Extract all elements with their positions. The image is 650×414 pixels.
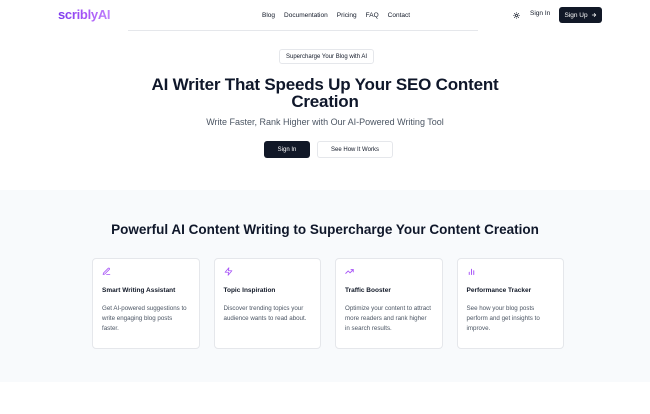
feature-card-title: Topic Inspiration xyxy=(223,287,276,294)
feature-card-topic-inspiration: Topic Inspiration Discover trending topi… xyxy=(213,258,321,349)
theme-toggle-button[interactable] xyxy=(512,11,520,19)
page-bottom xyxy=(0,382,650,414)
feature-card-title: Smart Writing Assistant xyxy=(102,287,176,294)
feature-card-performance-tracker: Performance Tracker See how your blog po… xyxy=(456,258,564,349)
header-divider xyxy=(128,30,478,31)
feature-card-desc: Get AI-powered suggestions to write enga… xyxy=(102,305,187,332)
nav-pricing[interactable]: Pricing xyxy=(337,12,357,19)
features-title: Powerful AI Content Writing to Superchar… xyxy=(111,222,539,237)
nav-contact[interactable]: Contact xyxy=(388,12,410,19)
logo[interactable]: scriblyAI xyxy=(58,7,111,22)
header-sign-in-link[interactable]: Sign In xyxy=(530,10,550,17)
trending-up-icon xyxy=(345,269,354,274)
main-nav: Blog Documentation Pricing FAQ Contact xyxy=(257,7,415,23)
sun-icon xyxy=(512,11,520,19)
feature-card-smart-writing: Smart Writing Assistant Get AI-powered s… xyxy=(92,258,200,349)
zap-icon xyxy=(224,267,232,276)
hero-subtitle: Write Faster, Rank Higher with Our AI-Po… xyxy=(206,117,444,127)
feature-card-desc: See how your blog posts perform and get … xyxy=(466,305,540,332)
hero-actions: Sign In See How It Works xyxy=(264,141,393,158)
nav-documentation[interactable]: Documentation xyxy=(284,12,328,19)
pencil-icon xyxy=(102,267,111,275)
feature-card-title: Performance Tracker xyxy=(466,287,532,294)
feature-card-title: Traffic Booster xyxy=(345,287,391,294)
feature-card-traffic-booster: Traffic Booster Optimize your content to… xyxy=(335,258,443,349)
feature-card-desc: Discover trending topics your audience w… xyxy=(223,305,307,322)
nav-faq[interactable]: FAQ xyxy=(366,12,379,19)
site-header: scriblyAI Blog Documentation Pricing FAQ… xyxy=(0,0,650,30)
see-how-it-works-button[interactable]: See How It Works xyxy=(317,141,393,158)
hero-sign-in-button[interactable]: Sign In xyxy=(264,141,310,158)
features-section: Powerful AI Content Writing to Superchar… xyxy=(0,190,650,382)
sign-up-button[interactable]: Sign Up xyxy=(559,7,602,23)
nav-blog[interactable]: Blog xyxy=(262,12,275,19)
feature-cards: Smart Writing Assistant Get AI-powered s… xyxy=(92,258,564,349)
feature-card-desc: Optimize your content to attract more re… xyxy=(345,305,431,332)
hero-title: AI Writer That Speeds Up Your SEO Conten… xyxy=(151,75,499,111)
arrow-right-icon xyxy=(591,13,596,17)
bar-chart-icon xyxy=(468,268,474,275)
hero-badge: Supercharge Your Blog with AI xyxy=(279,49,375,64)
sign-up-label: Sign Up xyxy=(564,11,588,19)
